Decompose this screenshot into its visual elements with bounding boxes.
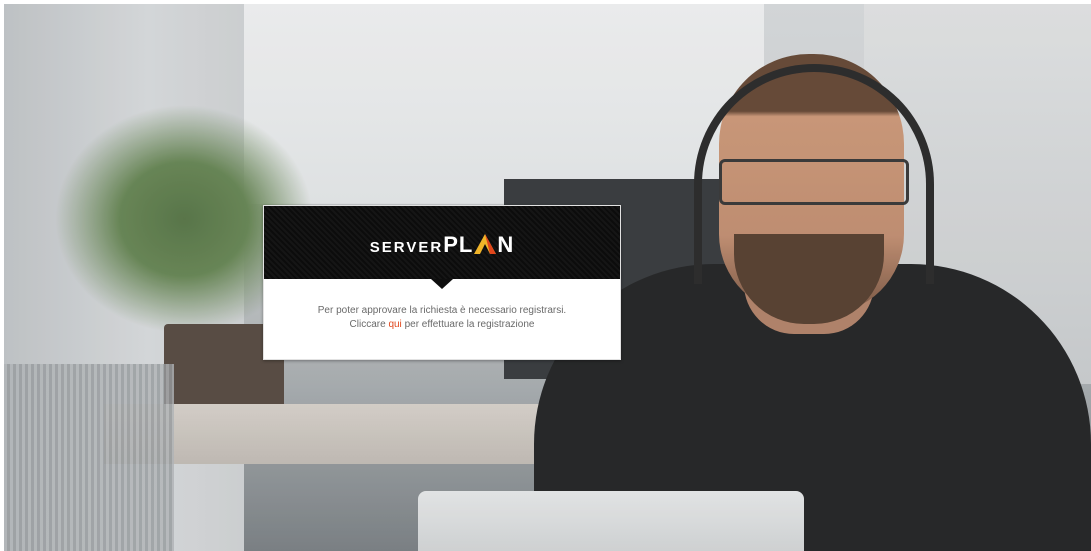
dialog-header: SERVERPL N: [264, 206, 620, 279]
logo-text-plan-a: PL: [443, 232, 474, 257]
message-line-2-after: per effettuare la registrazione: [401, 319, 535, 330]
message-line-2: Cliccare qui per effettuare la registraz…: [264, 318, 620, 332]
message-line-1: Per poter approvare la richiesta è neces…: [317, 305, 567, 316]
dialog-message: Per poter approvare la richiesta è neces…: [264, 304, 620, 332]
logo-text-server: SERVER: [369, 239, 444, 256]
logo-text-plan-b: N: [497, 232, 515, 257]
registration-dialog: SERVERPL N Per poter approvare la richies…: [263, 205, 621, 360]
serverplan-logo: SERVERPL N: [264, 232, 620, 258]
header-pointer-icon: [431, 279, 453, 289]
register-link[interactable]: qui: [388, 319, 401, 330]
triangle-peak-icon: [474, 234, 497, 254]
message-line-2-before: Cliccare: [349, 319, 389, 330]
